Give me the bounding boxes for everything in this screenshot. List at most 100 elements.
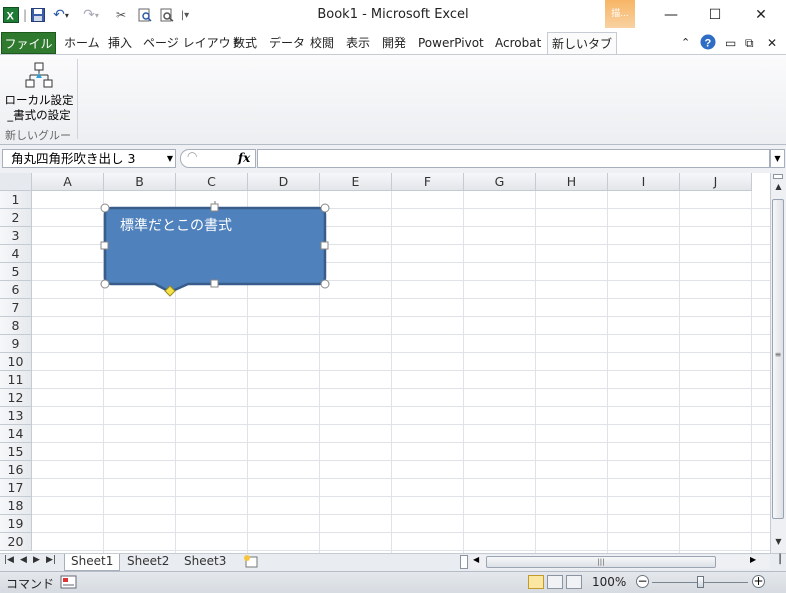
last-sheet-icon[interactable]: ▶| <box>46 555 56 565</box>
scroll-right-icon[interactable]: ▶ <box>750 555 756 564</box>
window-minimize-small-icon[interactable]: ▭ <box>725 32 736 54</box>
resize-handle-r[interactable] <box>320 241 329 250</box>
column-header-h[interactable]: H <box>536 173 608 191</box>
name-box[interactable]: 角丸四角形吹き出し 3 ▼ <box>2 149 176 168</box>
row-header-10[interactable]: 10 <box>0 353 32 371</box>
minimize-ribbon-icon[interactable]: ⌃ <box>681 32 690 54</box>
page-layout-view-icon[interactable] <box>547 575 563 589</box>
split-handle-icon[interactable] <box>773 174 783 179</box>
ribbon-body: ローカル設定 _書式の設定 新しいグループ <box>0 54 786 158</box>
insert-sheet-icon[interactable] <box>243 555 261 569</box>
tab-new-tab[interactable]: 新しいタブ <box>547 32 618 54</box>
context-tab-badge: 描... <box>605 0 635 28</box>
row-header-1[interactable]: 1 <box>0 191 32 209</box>
tab-insert[interactable]: 挿入 <box>108 32 132 54</box>
row-header-17[interactable]: 17 <box>0 479 32 497</box>
callout-text[interactable]: 標準だとこの書式 <box>120 218 232 234</box>
tab-page-layout[interactable]: ページ レイアウト <box>143 32 243 54</box>
first-sheet-icon[interactable]: |◀ <box>4 555 14 565</box>
resize-handle-bl[interactable] <box>100 279 110 289</box>
maximize-icon[interactable]: ☐ <box>700 4 730 26</box>
page-break-view-icon[interactable] <box>566 575 582 589</box>
sheet-tab-2[interactable]: Sheet2 <box>121 554 175 570</box>
row-header-19[interactable]: 19 <box>0 515 32 533</box>
row-header-2[interactable]: 2 <box>0 209 32 227</box>
tab-formulas[interactable]: 数式 <box>233 32 257 54</box>
sheet-tab-3[interactable]: Sheet3 <box>178 554 232 570</box>
scroll-down-icon[interactable]: ▼ <box>771 537 786 546</box>
row-header-20[interactable]: 20 <box>0 533 32 551</box>
tab-developer[interactable]: 開発 <box>382 32 406 54</box>
callout-shape[interactable]: 標準だとこの書式 <box>100 201 335 301</box>
zoom-in-icon[interactable]: + <box>752 575 765 588</box>
prev-sheet-icon[interactable]: ◀ <box>20 555 27 565</box>
tab-view[interactable]: 表示 <box>346 32 370 54</box>
minimize-icon[interactable]: — <box>656 4 686 26</box>
tab-data[interactable]: データ <box>269 32 305 54</box>
row-header-4[interactable]: 4 <box>0 245 32 263</box>
scroll-left-icon[interactable]: ◀ <box>473 555 479 564</box>
column-header-c[interactable]: C <box>176 173 248 191</box>
row-header-7[interactable]: 7 <box>0 299 32 317</box>
row-header-8[interactable]: 8 <box>0 317 32 335</box>
tab-acrobat[interactable]: Acrobat <box>495 32 541 54</box>
row-header-18[interactable]: 18 <box>0 497 32 515</box>
function-box[interactable]: ◠ fx <box>180 149 256 168</box>
chevron-down-icon[interactable]: ▼ <box>167 150 173 167</box>
select-all-corner[interactable] <box>0 173 32 191</box>
row-header-16[interactable]: 16 <box>0 461 32 479</box>
name-box-value: 角丸四角形吹き出し 3 <box>11 151 136 166</box>
column-header-j[interactable]: J <box>680 173 752 191</box>
column-header-a[interactable]: A <box>32 173 104 191</box>
resize-handle-b[interactable] <box>210 279 219 288</box>
help-icon[interactable]: ? <box>700 34 716 56</box>
resize-handle-t[interactable] <box>210 203 219 212</box>
row-header-6[interactable]: 6 <box>0 281 32 299</box>
zoom-out-icon[interactable]: − <box>636 575 649 588</box>
macro-record-icon[interactable] <box>60 575 78 589</box>
column-header-i[interactable]: I <box>608 173 680 191</box>
horizontal-scroll-thumb[interactable]: ||| <box>486 556 716 568</box>
tab-split-handle[interactable] <box>460 555 468 569</box>
window-close-small-icon[interactable]: ✕ <box>767 32 777 54</box>
row-header-11[interactable]: 11 <box>0 371 32 389</box>
resize-handle-l[interactable] <box>100 241 109 250</box>
grip-icon: ≡ <box>774 350 782 359</box>
tab-file[interactable]: ファイル <box>1 32 56 54</box>
column-header-f[interactable]: F <box>392 173 464 191</box>
row-header-15[interactable]: 15 <box>0 443 32 461</box>
row-header-5[interactable]: 5 <box>0 263 32 281</box>
vertical-scrollbar[interactable]: ▲ ≡ ▼ <box>770 173 786 553</box>
zoom-slider-thumb[interactable] <box>697 576 704 588</box>
row-header-13[interactable]: 13 <box>0 407 32 425</box>
row-header-9[interactable]: 9 <box>0 335 32 353</box>
sheet-tab-1[interactable]: Sheet1 <box>64 554 121 571</box>
resize-handle-tl[interactable] <box>100 203 110 213</box>
next-sheet-icon[interactable]: ▶ <box>33 555 40 565</box>
row-header-3[interactable]: 3 <box>0 227 32 245</box>
title-bar: X | ↶ ▾ ↷ ▾ ✂ |▾ Book1 - Microsoft Excel 描… <box>0 0 786 30</box>
window-restore-small-icon[interactable]: ⧉ <box>745 32 754 54</box>
expand-formula-icon[interactable]: ▼ <box>770 149 785 168</box>
vertical-scroll-thumb[interactable]: ≡ <box>772 199 784 519</box>
zoom-level[interactable]: 100% <box>592 575 626 589</box>
tab-powerpivot[interactable]: PowerPivot <box>418 32 484 54</box>
formula-input[interactable] <box>257 149 770 168</box>
local-format-button[interactable]: ローカル設定 _書式の設定 <box>4 59 74 129</box>
tab-review[interactable]: 校閲 <box>310 32 334 54</box>
row-header-12[interactable]: 12 <box>0 389 32 407</box>
column-header-g[interactable]: G <box>464 173 536 191</box>
resize-handle-br[interactable] <box>320 279 330 289</box>
normal-view-icon[interactable] <box>528 575 544 589</box>
hsplit-handle-icon[interactable]: ▕ <box>770 555 784 569</box>
column-header-b[interactable]: B <box>104 173 176 191</box>
scroll-up-icon[interactable]: ▲ <box>771 182 786 191</box>
row-header-14[interactable]: 14 <box>0 425 32 443</box>
horizontal-scrollbar[interactable]: ◀ ||| ▶ <box>470 555 770 569</box>
column-header-e[interactable]: E <box>320 173 392 191</box>
tab-home[interactable]: ホーム <box>64 32 100 54</box>
insert-function-button[interactable]: fx <box>238 150 250 167</box>
resize-handle-tr[interactable] <box>320 203 330 213</box>
column-header-d[interactable]: D <box>248 173 320 191</box>
close-icon[interactable]: ✕ <box>746 4 776 26</box>
